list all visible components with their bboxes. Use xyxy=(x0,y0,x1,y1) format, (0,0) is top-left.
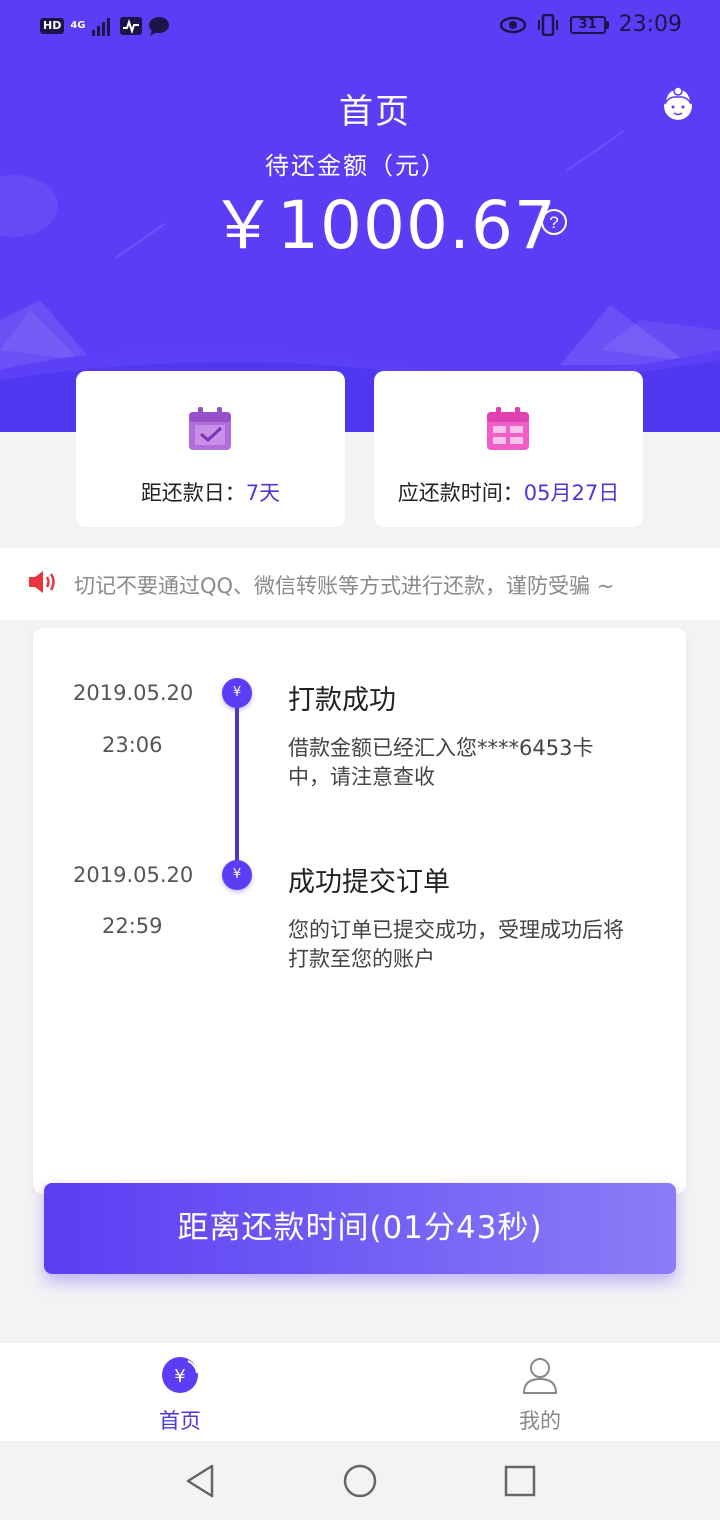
event-time: 23:06 xyxy=(102,733,163,757)
event-description: 借款金额已经汇入您****6453卡中，请注意查收 xyxy=(288,736,594,789)
tab-home-label: 首页 xyxy=(159,1409,201,1433)
timeline-card: 2019.05.20 23:06 ¥ 打款成功 借款金额已经汇入您****645… xyxy=(33,628,686,1194)
tab-profile[interactable]: 我的 xyxy=(460,1343,620,1441)
yen-dot-icon: ¥ xyxy=(222,678,252,708)
event-time: 22:59 xyxy=(102,914,163,938)
due-date-card: 应还款时间：05月27日 xyxy=(374,371,643,527)
due-date-label: 应还款时间： xyxy=(397,481,524,505)
amount-label: 待还金额（元） xyxy=(265,152,447,180)
event-title: 成功提交订单 xyxy=(288,867,450,898)
battery-tip xyxy=(605,20,609,29)
yen-dot-icon: ¥ xyxy=(222,860,252,890)
vibrate-icon xyxy=(537,13,558,36)
decorative-circle xyxy=(0,175,58,237)
timeline-connector xyxy=(235,708,239,872)
tab-home[interactable]: ¥ 首页 xyxy=(100,1343,260,1441)
speaker-icon xyxy=(29,571,55,593)
person-icon xyxy=(522,1358,558,1394)
activity-icon xyxy=(119,17,142,35)
due-days-value: 7天 xyxy=(245,481,281,505)
due-days-label: 距还款日： xyxy=(140,481,246,505)
due-days-text: 距还款日：7天 xyxy=(76,477,345,507)
event-date: 2019.05.20 xyxy=(73,863,194,887)
due-date-text: 应还款时间：05月27日 xyxy=(374,477,643,507)
battery-level: 31 xyxy=(569,15,606,34)
status-left: HD 4G xyxy=(40,16,170,36)
message-icon xyxy=(148,17,169,36)
back-icon[interactable] xyxy=(180,1461,220,1501)
system-nav-bar xyxy=(0,1441,720,1520)
home-circle-icon[interactable] xyxy=(340,1461,380,1501)
network-type: 4G xyxy=(70,20,86,31)
clock: 23:09 xyxy=(618,12,682,37)
decorative-streak xyxy=(114,222,166,260)
battery-icon: 31 xyxy=(569,15,609,34)
amount-value: ￥1000.67 xyxy=(210,187,557,264)
status-bar: HD 4G 31 23:09 xyxy=(0,0,720,56)
hd-icon: HD xyxy=(40,18,65,34)
tab-profile-label: 我的 xyxy=(519,1409,561,1433)
signal-icon xyxy=(91,18,110,36)
due-days-card: 距还款日：7天 xyxy=(76,371,345,527)
help-icon[interactable]: ? xyxy=(540,208,568,236)
bottom-tab-bar: ¥ 首页 我的 xyxy=(0,1343,720,1441)
recents-icon[interactable] xyxy=(500,1461,540,1501)
svg-text:¥: ¥ xyxy=(174,1366,185,1387)
event-description: 您的订单已提交成功，受理成功后将打款至您的账户 xyxy=(288,918,624,971)
home-yen-icon: ¥ xyxy=(162,1357,198,1393)
user-avatar-icon[interactable] xyxy=(660,86,696,122)
calendar-check-icon xyxy=(189,407,231,450)
anti-fraud-notice: 切记不要通过QQ、微信转账等方式进行还款，谨防受骗 ~ xyxy=(0,548,720,620)
status-right: 31 23:09 xyxy=(499,12,682,37)
svg-text:?: ? xyxy=(549,213,558,232)
header-banner: HD 4G 31 23:09 首页 待还金额（元） ￥1000.67 ? xyxy=(0,0,720,432)
page-title: 首页 xyxy=(339,92,411,132)
event-title: 打款成功 xyxy=(288,685,396,716)
notice-text: 切记不要通过QQ、微信转账等方式进行还款，谨防受骗 ~ xyxy=(74,574,615,598)
eye-icon xyxy=(499,16,526,33)
calendar-icon xyxy=(487,407,529,450)
repayment-countdown-button[interactable]: 距离还款时间(01分43秒) xyxy=(44,1183,676,1274)
due-date-value: 05月27日 xyxy=(523,481,620,505)
event-date: 2019.05.20 xyxy=(73,681,194,705)
